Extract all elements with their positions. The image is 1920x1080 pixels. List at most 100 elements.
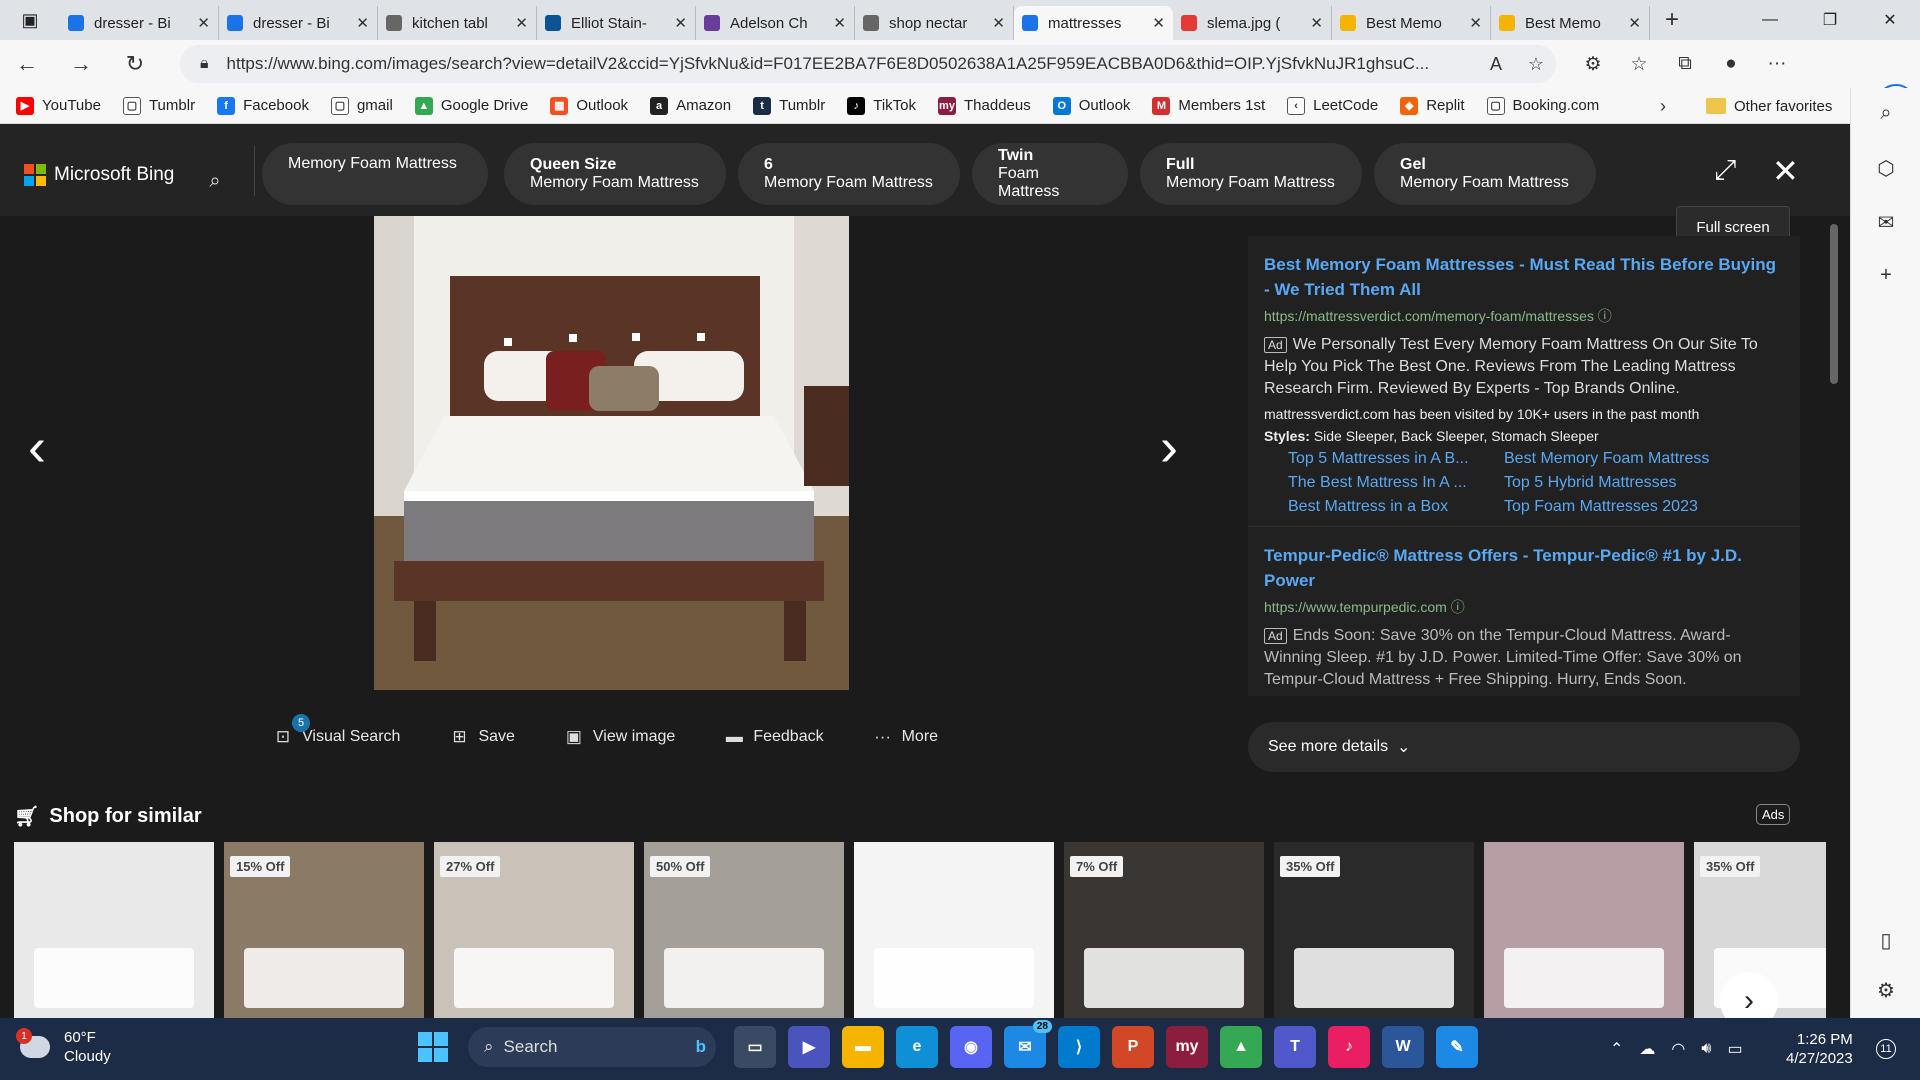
vscode-icon[interactable]: ⟩ xyxy=(1058,1026,1100,1068)
ad-url-text[interactable]: https://mattressverdict.com/memory-foam/… xyxy=(1264,308,1594,324)
task-view-icon[interactable]: ▭ xyxy=(734,1026,776,1068)
back-button[interactable]: ← xyxy=(0,51,54,77)
next-image-icon[interactable]: › xyxy=(1160,416,1178,478)
favorite-item[interactable]: a Amazon xyxy=(650,96,731,115)
notification-badge[interactable]: 11 xyxy=(1876,1039,1896,1059)
hide-sidebar-icon[interactable]: ▯ xyxy=(1851,928,1920,953)
music-icon[interactable]: ♪ xyxy=(1328,1026,1370,1068)
taskbar-search[interactable]: ⌕ Search b xyxy=(468,1027,716,1067)
product-card[interactable] xyxy=(14,842,214,1018)
favorite-item[interactable]: ▦ Outlook xyxy=(550,96,628,115)
product-card[interactable]: 35% Off xyxy=(1274,842,1474,1018)
product-card[interactable] xyxy=(854,842,1054,1018)
related-search-pill[interactable]: Twin Foam Mattress xyxy=(972,143,1128,205)
favorite-item[interactable]: f Facebook xyxy=(217,96,309,115)
ad-sitelink[interactable]: Top Foam Mattresses 2023 xyxy=(1504,498,1764,516)
tab-2[interactable]: kitchen tabl ✕ xyxy=(378,6,537,40)
close-viewer-icon[interactable]: ✕ xyxy=(1772,152,1799,190)
paint-icon[interactable]: ✎ xyxy=(1436,1026,1478,1068)
see-more-details-button[interactable]: See more details ⌄ xyxy=(1248,722,1800,772)
related-search-pill[interactable]: Gel Memory Foam Mattress xyxy=(1374,143,1596,205)
minimize-icon[interactable]: — xyxy=(1740,0,1800,40)
product-card[interactable]: 27% Off xyxy=(434,842,634,1018)
close-tab-icon[interactable]: ✕ xyxy=(1310,14,1323,32)
visual-search-button[interactable]: ⊡ 5 Visual Search xyxy=(272,714,400,748)
mail-icon[interactable]: ✉ 28 xyxy=(1004,1020,1052,1068)
product-card[interactable]: 50% Off xyxy=(644,842,844,1018)
settings-more-icon[interactable]: ··· xyxy=(1754,53,1800,75)
previous-image-icon[interactable]: ‹ xyxy=(28,416,46,478)
favorite-item[interactable]: O Outlook xyxy=(1052,96,1130,115)
search-icon[interactable]: ⌕ xyxy=(1851,102,1920,125)
scrollbar[interactable] xyxy=(1830,224,1838,384)
google-drive-icon[interactable]: ▲ xyxy=(1220,1026,1262,1068)
tab-7[interactable]: slema.jpg (✕ xyxy=(1173,6,1332,40)
maximize-icon[interactable]: ❐ xyxy=(1800,0,1860,40)
ad-title[interactable]: Tempur-Pedic® Mattress Offers - Tempur-P… xyxy=(1264,543,1784,593)
close-tab-icon[interactable]: ✕ xyxy=(197,14,210,32)
add-sidebar-app-icon[interactable]: + xyxy=(1851,264,1920,287)
ad-title[interactable]: Best Memory Foam Mattresses - Must Read … xyxy=(1264,252,1784,302)
ad-sitelink[interactable]: Top 5 Hybrid Mattresses xyxy=(1504,474,1764,492)
collections-icon[interactable]: ⧉ xyxy=(1662,53,1708,75)
search-icon[interactable]: ⌕ xyxy=(198,164,232,198)
close-tab-icon[interactable]: ✕ xyxy=(1628,14,1641,32)
favorite-item[interactable]: M Members 1st xyxy=(1152,96,1265,115)
favorite-item[interactable]: ▢ gmail xyxy=(330,96,393,115)
tab-5[interactable]: shop nectar ✕ xyxy=(855,6,1014,40)
favorites-overflow-icon[interactable]: › xyxy=(1660,88,1666,124)
other-favorites-folder[interactable]: Other favorites xyxy=(1706,88,1832,124)
favorite-item[interactable]: t Tumblr xyxy=(753,96,825,115)
my-app-icon[interactable]: my xyxy=(1166,1026,1208,1068)
ad-sitelink[interactable]: The Best Mattress In A ... xyxy=(1288,474,1504,492)
file-explorer-icon[interactable]: ▬ xyxy=(842,1026,884,1068)
profile-icon[interactable]: ● xyxy=(1708,53,1754,75)
shopping-icon[interactable]: ⬡ xyxy=(1851,156,1920,181)
close-tab-icon[interactable]: ✕ xyxy=(674,14,687,32)
feedback-button[interactable]: ▬ Feedback xyxy=(723,726,824,748)
tab-actions-icon[interactable]: ▣ xyxy=(0,0,60,40)
close-tab-icon[interactable]: ✕ xyxy=(1469,14,1482,32)
close-window-icon[interactable]: ✕ xyxy=(1860,0,1920,40)
related-search-pill[interactable]: Queen Size Memory Foam Mattress xyxy=(504,143,726,205)
weather-widget[interactable]: 1 60°F Cloudy xyxy=(16,1028,111,1066)
refresh-button[interactable]: ↻ xyxy=(108,51,162,77)
ad-sitelink[interactable]: Best Mattress in a Box xyxy=(1288,498,1504,516)
battery-icon[interactable]: ▭ xyxy=(1727,1039,1742,1059)
teams-icon[interactable]: T xyxy=(1274,1026,1316,1068)
related-search-pill[interactable]: Full Memory Foam Mattress xyxy=(1140,143,1362,205)
favorite-item[interactable]: ▢ Booking.com xyxy=(1486,96,1599,115)
more-button[interactable]: ··· More xyxy=(872,726,938,748)
tray-overflow-icon[interactable]: ⌃ xyxy=(1610,1039,1623,1059)
favorite-item[interactable]: ♪ TikTok xyxy=(847,96,916,115)
clock[interactable]: 1:26 PM 4/27/2023 xyxy=(1786,1030,1853,1068)
tab-9[interactable]: Best Memo ✕ xyxy=(1491,6,1650,40)
onedrive-icon[interactable]: ☁ xyxy=(1639,1039,1655,1059)
tab-6[interactable]: mattresses ✕ xyxy=(1014,6,1173,40)
close-tab-icon[interactable]: ✕ xyxy=(356,14,369,32)
tab-8[interactable]: Best Memo ✕ xyxy=(1332,6,1491,40)
favorite-item[interactable]: ▲ Google Drive xyxy=(414,96,528,115)
product-card[interactable] xyxy=(1484,842,1684,1018)
bing-logo[interactable]: Microsoft Bing xyxy=(24,164,174,186)
discord-icon[interactable]: ◉ xyxy=(950,1026,992,1068)
main-image[interactable] xyxy=(374,216,849,690)
ad-sitelink[interactable]: Best Memory Foam Mattress xyxy=(1504,450,1764,468)
favorites-icon[interactable]: ☆ xyxy=(1616,53,1662,76)
favorite-item[interactable]: ‹ LeetCode xyxy=(1287,96,1378,115)
powerpoint-icon[interactable]: P xyxy=(1112,1026,1154,1068)
favorite-item[interactable]: ▢ Tumblr xyxy=(122,96,195,115)
outlook-icon[interactable]: ✉ xyxy=(1851,210,1920,235)
ad-url[interactable]: https://www.tempurpedic.com ⓘ xyxy=(1264,597,1784,617)
info-icon[interactable]: ⓘ xyxy=(1598,308,1612,324)
product-card[interactable]: 7% Off xyxy=(1064,842,1264,1018)
word-icon[interactable]: W xyxy=(1382,1026,1424,1068)
edge-icon[interactable]: e xyxy=(896,1026,938,1068)
tab-1[interactable]: dresser - Bi ✕ xyxy=(219,6,378,40)
fullscreen-icon[interactable]: ⤢ xyxy=(1714,154,1736,187)
tab-3[interactable]: Elliot Stain- ✕ xyxy=(537,6,696,40)
related-search-pill[interactable]: Memory Foam Mattress xyxy=(262,143,488,205)
read-aloud-icon[interactable]: A xyxy=(1476,54,1516,75)
lock-icon[interactable]: 🔒︎ xyxy=(200,55,209,73)
tab-0[interactable]: dresser - Bi ✕ xyxy=(60,6,219,40)
